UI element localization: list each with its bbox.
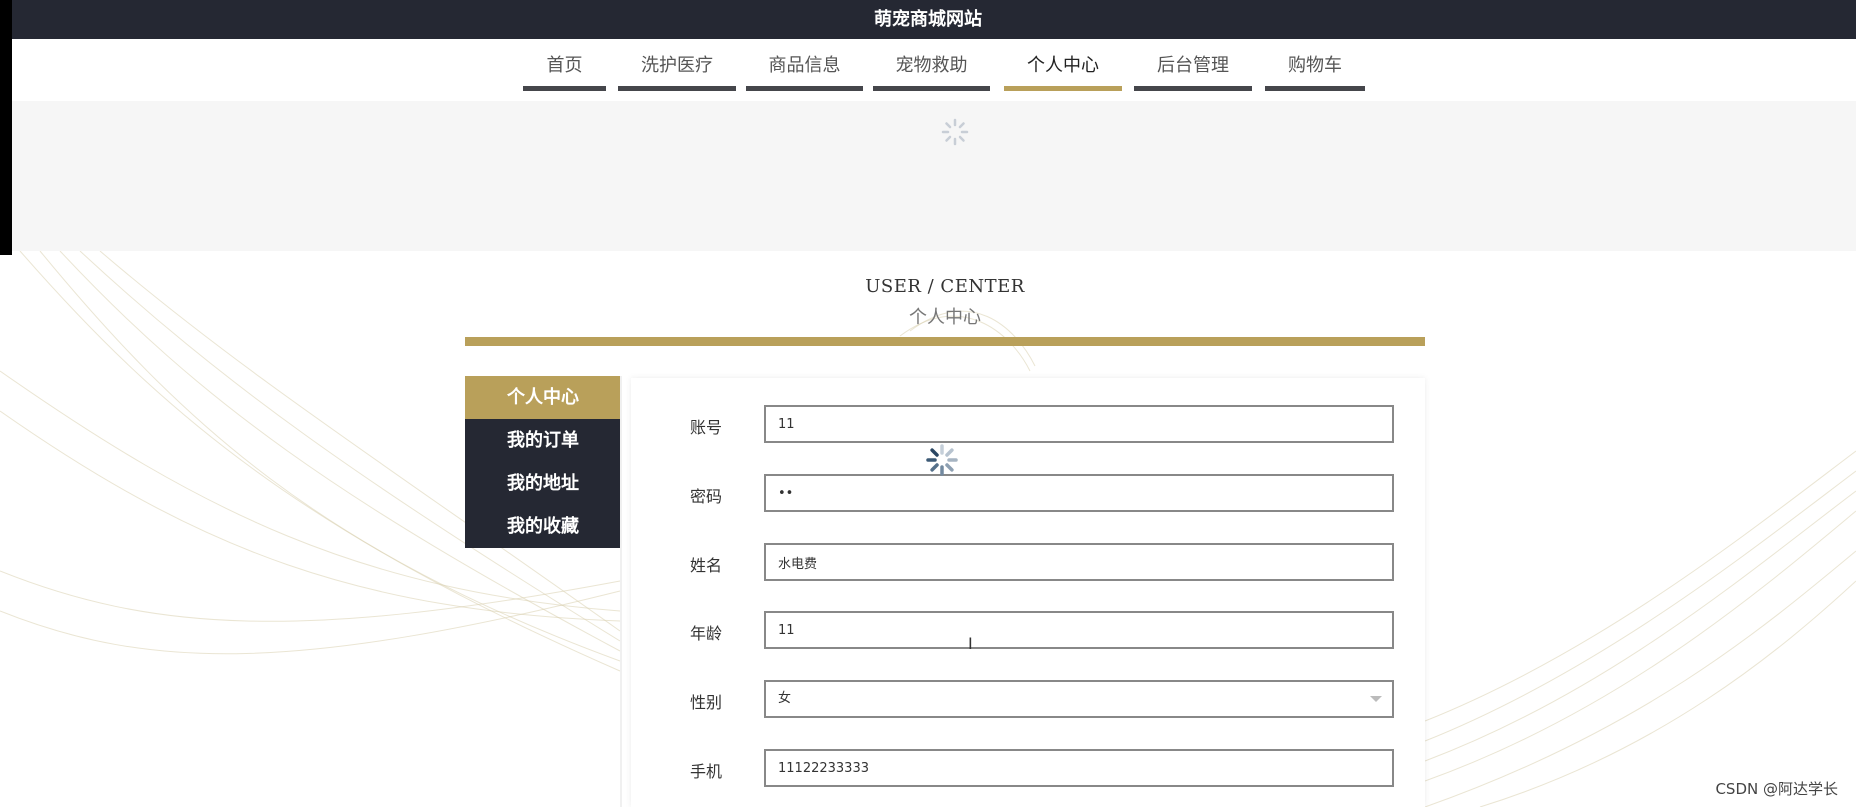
age-label: 年龄 [690, 624, 723, 643]
nav-item-admin[interactable]: 后台管理 [1134, 53, 1252, 91]
nav-item-user-center[interactable]: 个人中心 [1004, 53, 1122, 91]
text-cursor-icon: I [968, 634, 973, 653]
age-input[interactable] [764, 611, 1394, 649]
phone-input[interactable] [764, 749, 1394, 787]
top-bar: 萌宠商城网站 [0, 0, 1856, 39]
watermark: CSDN @阿达学长 [1715, 780, 1838, 798]
spinner-icon [941, 118, 969, 146]
gender-label: 性别 [690, 693, 723, 712]
form-row-gender: 性别 女 [631, 680, 1425, 720]
form-row-password: 密码 [631, 474, 1425, 514]
side-item-user-center[interactable]: 个人中心 [465, 376, 621, 419]
window-edge [0, 0, 12, 255]
side-item-orders[interactable]: 我的订单 [465, 419, 621, 462]
site-title: 萌宠商城网站 [874, 9, 982, 30]
section-header: USER / CENTER 个人中心 [465, 276, 1425, 329]
caret-down-icon [1370, 696, 1382, 702]
phone-label: 手机 [690, 762, 723, 781]
section-title-en: USER / CENTER [865, 276, 1025, 297]
password-input[interactable] [764, 474, 1394, 512]
banner-area [12, 101, 1856, 251]
password-label: 密码 [690, 487, 723, 506]
nav-item-cart[interactable]: 购物车 [1265, 53, 1365, 91]
side-column-border [620, 376, 622, 807]
nav-item-care[interactable]: 洗护医疗 [618, 53, 736, 91]
main-nav: 首页 洗护医疗 商品信息 宠物救助 个人中心 后台管理 购物车 [0, 39, 1856, 101]
gender-select[interactable]: 女 [764, 680, 1394, 718]
section-title-cn: 个人中心 [909, 307, 981, 328]
nav-item-home[interactable]: 首页 [523, 53, 606, 91]
account-label: 账号 [690, 418, 723, 437]
form-row-name: 姓名 [631, 543, 1425, 583]
form-row-age: 年龄 [631, 611, 1425, 651]
form-row-account: 账号 [631, 405, 1425, 445]
spinner-icon [926, 444, 958, 476]
profile-form: 账号 密码 姓名 年龄 性别 女 手机 [631, 378, 1425, 807]
nav-item-products[interactable]: 商品信息 [746, 53, 863, 91]
form-row-phone: 手机 [631, 749, 1425, 789]
name-label: 姓名 [690, 556, 723, 575]
gender-select-value: 女 [778, 691, 792, 706]
side-item-favorites[interactable]: 我的收藏 [465, 505, 621, 548]
side-menu: 个人中心 我的订单 我的地址 我的收藏 [465, 376, 621, 548]
section-divider [465, 337, 1425, 346]
nav-item-rescue[interactable]: 宠物救助 [873, 53, 990, 91]
account-input[interactable] [764, 405, 1394, 443]
page: 萌宠商城网站 首页 洗护医疗 商品信息 宠物救助 个人中心 后台管理 购物车 U… [0, 0, 1856, 807]
side-item-address[interactable]: 我的地址 [465, 462, 621, 505]
name-input[interactable] [764, 543, 1394, 581]
